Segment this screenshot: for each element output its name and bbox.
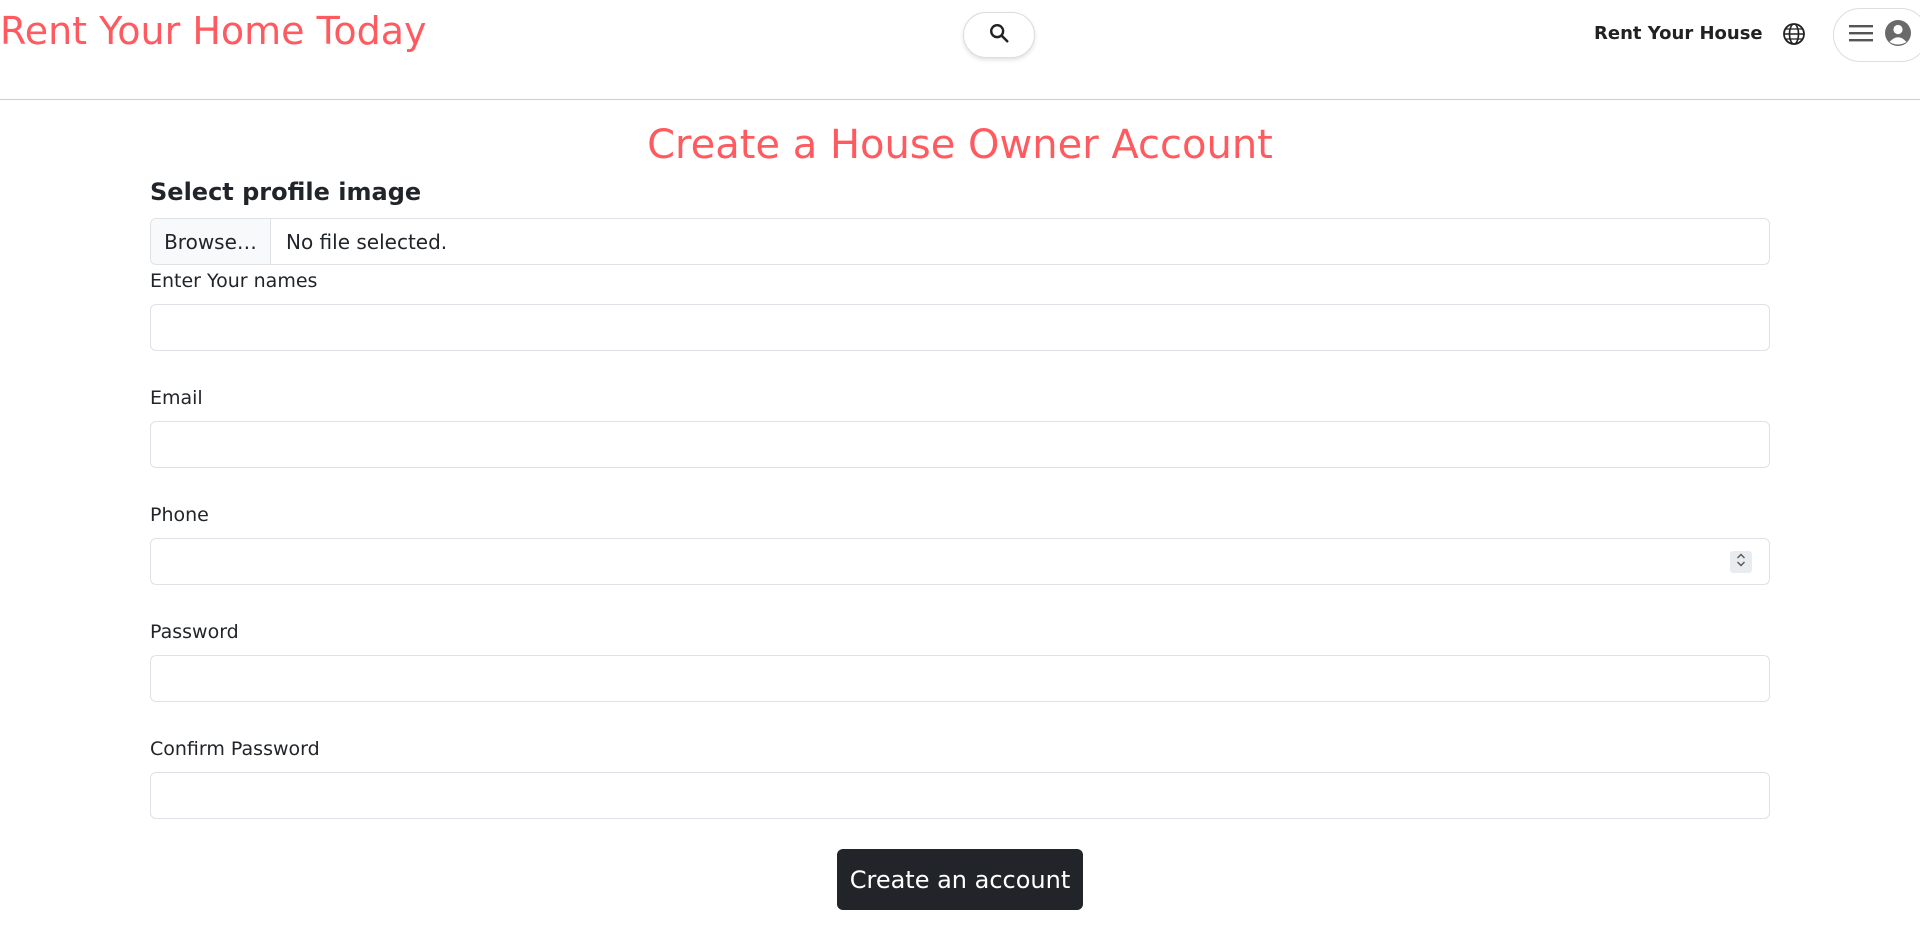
- stepper-icon: [1735, 551, 1747, 573]
- page-title: Create a House Owner Account: [647, 122, 1273, 168]
- globe-icon: [1782, 22, 1806, 50]
- create-account-button[interactable]: Create an account: [837, 849, 1083, 910]
- profile-image-label: Select profile image: [150, 178, 422, 206]
- confirm-password-label: Confirm Password: [150, 738, 320, 760]
- password-label: Password: [150, 621, 239, 643]
- names-label: Enter Your names: [150, 270, 318, 292]
- user-avatar-icon: [1884, 19, 1912, 51]
- language-button[interactable]: [1780, 22, 1808, 50]
- rent-your-house-link[interactable]: Rent Your House: [1594, 23, 1763, 44]
- password-input[interactable]: [150, 655, 1770, 702]
- phone-field: [150, 538, 1770, 585]
- search-icon: [988, 22, 1010, 48]
- phone-label: Phone: [150, 504, 209, 526]
- hamburger-icon: [1848, 22, 1874, 48]
- names-input[interactable]: [150, 304, 1770, 351]
- search-button[interactable]: [963, 12, 1035, 58]
- top-navbar: Rent Your Home Today Rent Your House: [0, 0, 1920, 100]
- number-stepper[interactable]: [1730, 551, 1752, 573]
- browse-button[interactable]: Browse…: [151, 219, 271, 264]
- brand-link[interactable]: Rent Your Home Today: [0, 8, 427, 54]
- phone-input[interactable]: [150, 538, 1770, 585]
- user-menu-button[interactable]: [1833, 8, 1920, 62]
- file-status-text: No file selected.: [286, 229, 448, 254]
- confirm-password-input[interactable]: [150, 772, 1770, 819]
- email-label: Email: [150, 387, 203, 409]
- profile-image-file-input[interactable]: Browse… No file selected.: [150, 218, 1770, 265]
- email-input[interactable]: [150, 421, 1770, 468]
